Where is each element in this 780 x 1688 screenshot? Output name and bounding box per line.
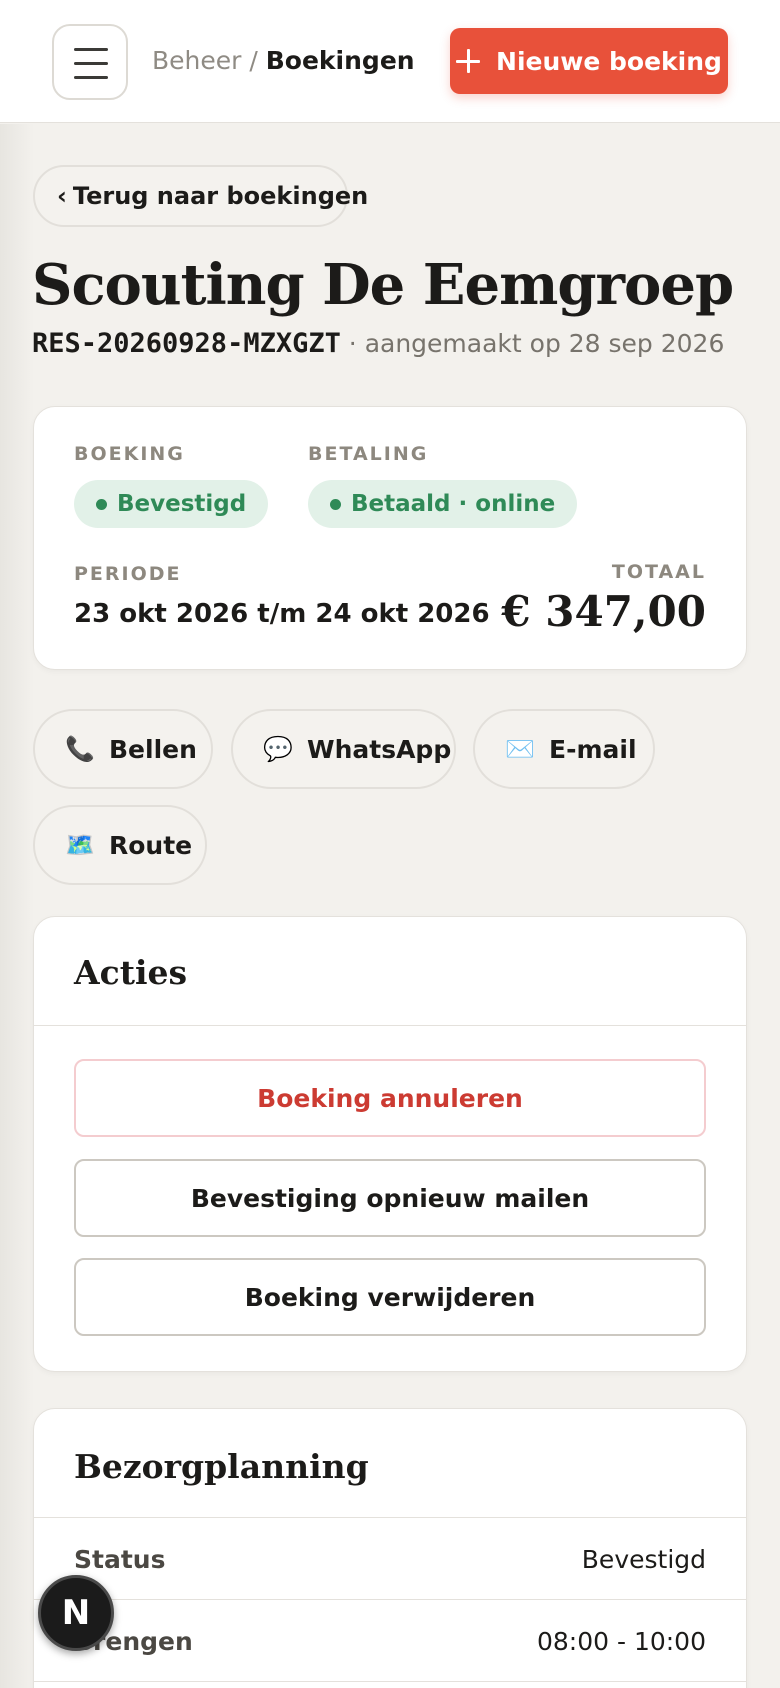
call-button[interactable]: 📞 Bellen <box>33 709 213 789</box>
plus-icon <box>456 49 481 73</box>
payment-label: BETALING <box>308 443 429 465</box>
divider <box>34 1517 746 1518</box>
total-label: TOTAAL <box>611 561 706 583</box>
menu-icon-bar <box>74 76 108 79</box>
menu-icon-bar <box>74 62 108 65</box>
divider <box>34 1599 746 1600</box>
route-label: Route <box>109 830 193 860</box>
new-booking-button[interactable]: Nieuwe boeking <box>450 28 728 94</box>
booking-reference-line: RES-20260928-MZXGZT · aangemaakt op 28 s… <box>32 328 724 359</box>
booking-label: BOEKING <box>74 443 185 465</box>
planning-row-value: 08:00 - 10:00 <box>536 1627 706 1656</box>
period-label: PERIODE <box>74 563 182 585</box>
delete-booking-button[interactable]: Boeking verwijderen <box>74 1258 706 1336</box>
divider <box>34 1025 746 1026</box>
booking-summary-card: BOEKING Bevestigd BETALING Betaald · onl… <box>33 406 747 670</box>
whatsapp-label: WhatsApp <box>307 734 452 764</box>
whatsapp-button[interactable]: 💬 WhatsApp <box>231 709 456 789</box>
n-logo-icon: N <box>61 1593 91 1633</box>
cancel-booking-button[interactable]: Boeking annuleren <box>74 1059 706 1137</box>
map-icon: 🗺️ <box>65 831 95 859</box>
booking-status-badge: Bevestigd <box>74 480 269 528</box>
planning-title: Bezorgplanning <box>74 1447 369 1486</box>
mail-icon: ✉️ <box>505 735 535 763</box>
status-dot-icon <box>330 498 341 510</box>
payment-status-badge: Betaald · online <box>308 480 578 528</box>
route-button[interactable]: 🗺️ Route <box>33 805 207 885</box>
planning-row-key: Status <box>74 1545 166 1574</box>
phone-icon: 📞 <box>65 735 95 763</box>
menu-icon <box>74 48 108 51</box>
email-label: E-mail <box>549 734 637 764</box>
back-to-bookings-link[interactable]: ‹ Terug naar boekingen <box>33 165 368 227</box>
planning-row: Status Bevestigd <box>34 1519 746 1601</box>
actions-card: Acties Boeking annuleren Bevestiging opn… <box>33 916 747 1372</box>
divider <box>34 1681 746 1682</box>
planning-row: Brengen 08:00 - 10:00 <box>34 1601 746 1683</box>
chat-icon: 💬 <box>263 735 293 763</box>
resend-confirmation-button[interactable]: Bevestiging opnieuw mailen <box>74 1159 706 1237</box>
call-label: Bellen <box>109 734 197 764</box>
email-button[interactable]: ✉️ E-mail <box>473 709 655 789</box>
booking-status-text: Bevestigd <box>117 491 247 517</box>
planning-row-value: Bevestigd <box>581 1545 706 1574</box>
dev-tools-badge[interactable]: N <box>38 1575 114 1651</box>
new-booking-label: Nieuwe boeking <box>496 46 722 76</box>
period-value: 23 okt 2026 t/m 24 okt 2026 <box>74 599 490 629</box>
chevron-left-icon: ‹ <box>57 182 67 210</box>
top-header: Beheer / Boekingen Nieuwe boeking <box>0 0 780 123</box>
breadcrumb: Beheer / Boekingen <box>152 46 415 75</box>
breadcrumb-separator: / <box>241 46 266 75</box>
breadcrumb-current: Boekingen <box>265 46 415 75</box>
status-dot-icon <box>96 498 107 510</box>
booking-reference: RES-20260928-MZXGZT <box>32 328 341 359</box>
actions-title: Acties <box>74 953 188 992</box>
page-title: Scouting De Eemgroep <box>32 252 734 318</box>
total-amount: € 347,00 <box>501 587 706 636</box>
hamburger-menu-button[interactable] <box>52 24 128 100</box>
created-date: · aangemaakt op 28 sep 2026 <box>340 329 725 358</box>
side-shade <box>0 124 34 1688</box>
back-link-label: Terug naar boekingen <box>72 182 369 210</box>
breadcrumb-parent[interactable]: Beheer <box>152 46 241 75</box>
delivery-planning-card: Bezorgplanning Status Bevestigd Brengen … <box>33 1408 747 1688</box>
payment-status-text: Betaald · online <box>351 491 556 517</box>
